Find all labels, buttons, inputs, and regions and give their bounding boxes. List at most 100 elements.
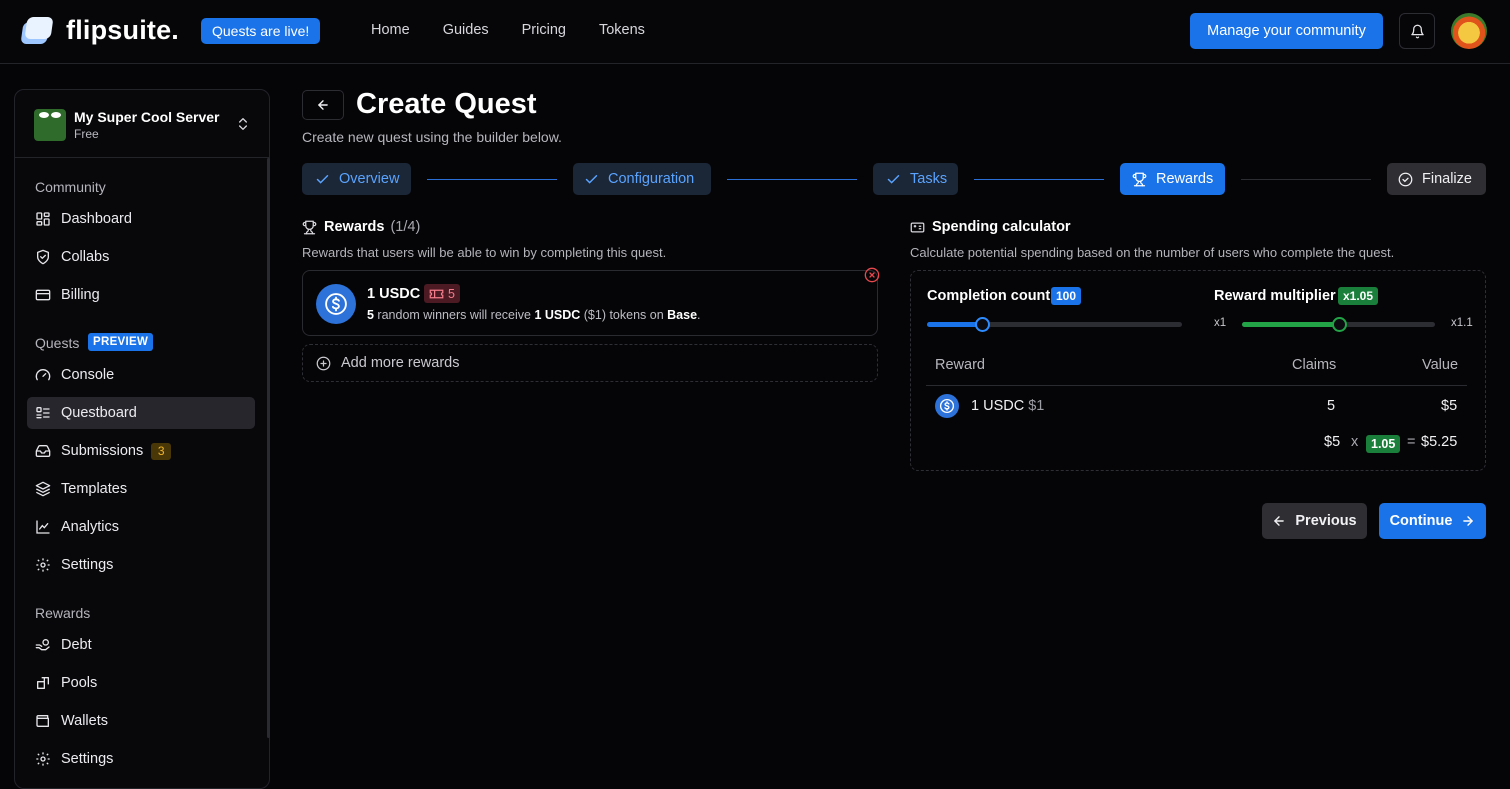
multiplier-min-label: x1 xyxy=(1214,317,1227,329)
rewards-section-title: Rewards (1/4) xyxy=(302,219,420,235)
server-switcher[interactable]: My Super Cool Server Free xyxy=(15,90,269,158)
bell-icon xyxy=(1410,24,1424,38)
sidebar-item-quest-settings[interactable]: Settings xyxy=(27,549,255,581)
reward-item[interactable]: 1 USDC 5 5 random winners will receive 1… xyxy=(302,270,878,336)
layers-icon xyxy=(35,481,51,497)
previous-label: Previous xyxy=(1295,513,1357,529)
rewards-section-label: Rewards xyxy=(35,605,91,621)
user-avatar[interactable] xyxy=(1451,13,1487,49)
sidebar-item-analytics[interactable]: Analytics xyxy=(27,511,255,543)
arrow-left-icon xyxy=(1274,516,1285,526)
reward-multiplier-label: Reward multiplier xyxy=(1214,288,1336,304)
formula-multiplier: 1.05 xyxy=(1366,435,1401,453)
sidebar-item-label: Templates xyxy=(61,481,128,497)
step-label: Finalize xyxy=(1422,171,1472,187)
sidebar-item-label: Submissions xyxy=(61,443,144,459)
table-divider xyxy=(926,385,1467,386)
remove-reward-icon[interactable] xyxy=(864,267,880,283)
sidebar-item-templates[interactable]: Templates xyxy=(27,473,255,505)
column-header-reward: Reward xyxy=(935,357,985,373)
step-rewards[interactable]: Rewards xyxy=(1120,163,1225,195)
main-nav: Home Guides Pricing Tokens xyxy=(371,22,678,38)
step-finalize[interactable]: Finalize xyxy=(1387,163,1486,195)
completion-count-label: Completion count xyxy=(927,288,1051,304)
server-name: My Super Cool Server xyxy=(74,109,220,125)
wallet-icon xyxy=(36,715,49,727)
check-icon xyxy=(585,174,598,184)
nav-tokens[interactable]: Tokens xyxy=(599,22,645,38)
rewards-title: Rewards xyxy=(324,219,385,235)
sidebar-item-billing[interactable]: Billing xyxy=(27,279,255,311)
completion-count-slider[interactable] xyxy=(927,317,1182,332)
sidebar-item-pools[interactable]: Pools xyxy=(27,667,255,699)
back-button[interactable] xyxy=(302,90,344,120)
sidebar-item-label: Debt xyxy=(61,637,92,653)
manage-community-button[interactable]: Manage your community xyxy=(1190,13,1383,49)
trophy-icon xyxy=(302,220,317,234)
reward-multiplier-value: x1.05 xyxy=(1338,287,1379,305)
add-more-rewards-button[interactable]: Add more rewards xyxy=(302,344,878,382)
calculator-section-title: Spending calculator xyxy=(910,219,1071,235)
check-icon xyxy=(887,174,900,184)
preview-badge: PREVIEW xyxy=(88,333,154,351)
slider-fill xyxy=(927,322,982,327)
formula-total: $5.25 xyxy=(1421,434,1458,450)
formula-base: $5 xyxy=(1324,434,1341,450)
step-label: Rewards xyxy=(1156,171,1214,187)
sidebar-item-label: Wallets xyxy=(61,713,108,729)
sidebar-item-collabs[interactable]: Collabs xyxy=(27,241,255,273)
add-more-label: Add more rewards xyxy=(341,355,460,371)
slider-handle[interactable] xyxy=(1332,317,1347,332)
credit-card-icon xyxy=(35,289,51,301)
reward-multiplier-slider[interactable] xyxy=(1242,317,1435,332)
top-bar: flipsuite. Quests are live! Home Guides … xyxy=(0,0,1510,64)
table-row-reward: 1 USDC $1 xyxy=(971,398,1045,414)
page-title: Create Quest xyxy=(356,88,537,120)
formula-equals: = xyxy=(1407,434,1416,450)
hand-coins-icon xyxy=(35,639,50,651)
sidebar-item-wallets[interactable]: Wallets xyxy=(27,705,255,737)
gauge-icon xyxy=(35,369,51,381)
ticket-icon xyxy=(429,289,444,298)
sidebar: My Super Cool Server Free Community Dash… xyxy=(14,89,270,789)
plus-circle-icon xyxy=(316,356,331,370)
cubes-icon xyxy=(37,677,49,689)
list-checks-icon xyxy=(36,407,50,419)
step-tasks[interactable]: Tasks xyxy=(873,163,958,195)
nav-home[interactable]: Home xyxy=(371,22,410,38)
step-overview[interactable]: Overview xyxy=(302,163,411,195)
slider-handle[interactable] xyxy=(975,317,990,332)
previous-button[interactable]: Previous xyxy=(1262,503,1367,539)
quests-live-badge[interactable]: Quests are live! xyxy=(201,18,321,44)
usdc-coin-icon xyxy=(316,284,356,324)
sidebar-item-label: Dashboard xyxy=(61,211,132,227)
sidebar-item-console[interactable]: Console xyxy=(27,359,255,391)
step-connector xyxy=(427,179,557,180)
nav-pricing[interactable]: Pricing xyxy=(522,22,566,38)
step-connector xyxy=(974,179,1104,180)
sidebar-item-label: Settings xyxy=(61,751,114,767)
notifications-button[interactable] xyxy=(1399,13,1435,49)
line-chart-icon xyxy=(36,520,50,534)
sidebar-item-debt[interactable]: Debt xyxy=(27,629,255,661)
step-configuration[interactable]: Configuration xyxy=(573,163,711,195)
quests-section-label: Quests xyxy=(35,335,80,351)
sidebar-item-questboard[interactable]: Questboard xyxy=(27,397,255,429)
sidebar-item-submissions[interactable]: Submissions 3 xyxy=(27,435,255,467)
completion-count-value: 100 xyxy=(1051,287,1082,305)
sidebar-scrollbar[interactable] xyxy=(267,158,270,738)
sidebar-item-dashboard[interactable]: Dashboard xyxy=(27,203,255,235)
nav-guides[interactable]: Guides xyxy=(443,22,489,38)
sidebar-item-label: Analytics xyxy=(61,519,120,535)
table-row-value: $5 xyxy=(1441,398,1458,414)
continue-button[interactable]: Continue xyxy=(1379,503,1486,539)
dashboard-icon xyxy=(36,212,50,226)
sidebar-item-label: Collabs xyxy=(61,249,110,265)
gear-icon xyxy=(36,752,50,766)
reward-description: 5 random winners will receive 1 USDC ($1… xyxy=(367,308,701,322)
sidebar-item-reward-settings[interactable]: Settings xyxy=(27,743,255,775)
winners-count: 5 xyxy=(448,286,455,301)
check-circle-icon xyxy=(1398,172,1413,186)
step-label: Configuration xyxy=(608,171,695,187)
brand-logo[interactable]: flipsuite. xyxy=(20,15,179,46)
